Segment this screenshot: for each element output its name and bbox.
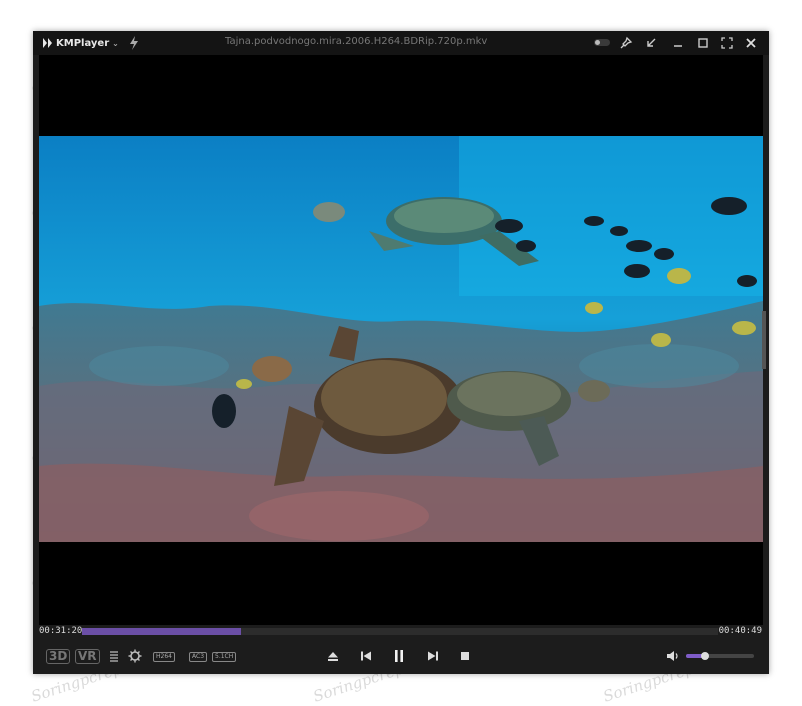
volume-icon[interactable] xyxy=(666,648,680,664)
next-icon[interactable] xyxy=(426,648,440,664)
pause-icon[interactable] xyxy=(392,648,406,664)
fullscreen-icon[interactable] xyxy=(720,36,734,50)
volume-slider[interactable] xyxy=(686,652,754,660)
close-icon[interactable] xyxy=(744,36,758,50)
seek-bar[interactable] xyxy=(82,628,718,635)
app-menu-button[interactable]: KMPlayer ⌄ xyxy=(43,36,119,50)
total-time: 00:40:49 xyxy=(718,626,762,636)
maximize-icon[interactable] xyxy=(696,36,710,50)
control-bar: 3D VR H264 AC3 5.1CH xyxy=(33,644,769,670)
window-title: Tajna.podvodnogo.mira.2006.H264.BDRip.72… xyxy=(225,36,488,47)
eject-icon[interactable] xyxy=(326,648,340,664)
app-name: KMPlayer xyxy=(56,37,110,49)
bolt-icon[interactable] xyxy=(129,36,139,50)
toggle-switch[interactable] xyxy=(594,39,610,46)
3d-button[interactable]: 3D xyxy=(46,648,71,664)
codec-badge: H264 xyxy=(153,652,175,662)
3d-button-label: 3D xyxy=(46,648,71,664)
shrink-icon[interactable] xyxy=(644,36,658,50)
stop-icon[interactable] xyxy=(459,648,471,664)
previous-icon[interactable] xyxy=(359,648,373,664)
pin-icon[interactable] xyxy=(619,36,633,50)
player-window: KMPlayer ⌄ Tajna.podvodnogo.mira.2006.H2… xyxy=(33,31,769,674)
gear-icon[interactable] xyxy=(128,648,142,664)
volume-knob[interactable] xyxy=(701,652,709,660)
vr-button[interactable]: VR xyxy=(75,648,100,664)
seek-bar-progress xyxy=(82,628,241,635)
video-area[interactable] xyxy=(39,55,763,625)
codec-badge: 5.1CH xyxy=(212,652,237,662)
seek-row: 00:31:20 00:40:49 xyxy=(33,626,769,638)
title-bar[interactable]: KMPlayer ⌄ Tajna.podvodnogo.mira.2006.H2… xyxy=(33,31,769,55)
playlist-icon[interactable] xyxy=(109,648,119,664)
kmplayer-logo-icon xyxy=(43,38,52,48)
scrollbar[interactable] xyxy=(762,311,766,369)
current-time: 00:31:20 xyxy=(39,626,83,636)
video-frame[interactable] xyxy=(39,136,763,542)
vr-button-label: VR xyxy=(75,648,100,664)
chevron-down-icon: ⌄ xyxy=(112,38,119,48)
minimize-icon[interactable] xyxy=(671,36,685,50)
codec-badge: AC3 xyxy=(189,652,208,662)
